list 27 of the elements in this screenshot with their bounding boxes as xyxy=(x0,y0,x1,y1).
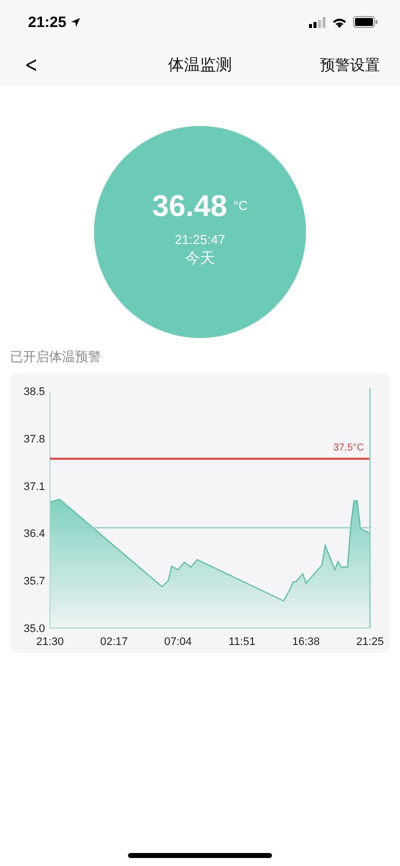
axis-label: 37.8 xyxy=(24,433,45,446)
temperature-value: 36.48 xyxy=(152,190,228,224)
axis-label: 16:38 xyxy=(292,636,320,648)
axis-label: 21:30 xyxy=(36,636,64,648)
alert-status-label: 已开启体温预警 xyxy=(10,348,102,366)
temperature-unit: °C xyxy=(233,198,248,213)
axis-label: 37.1 xyxy=(24,480,45,493)
home-indicator[interactable] xyxy=(128,853,272,858)
page-title: 体温监测 xyxy=(168,56,232,74)
axis-label: 02:17 xyxy=(100,636,128,648)
axis-label: 11:51 xyxy=(228,636,256,648)
battery-icon xyxy=(353,16,378,28)
wifi-icon xyxy=(332,16,347,28)
axis-label: 35.7 xyxy=(24,576,45,588)
back-button[interactable]: < xyxy=(24,52,38,78)
axis-label: 07:04 xyxy=(164,636,192,648)
reading-day: 今天 xyxy=(185,249,215,268)
alert-settings-button[interactable]: 预警设置 xyxy=(320,56,380,74)
axis-label: 36.4 xyxy=(24,528,45,540)
status-time: 21:25 xyxy=(28,14,66,30)
threshold-label: 37.5°C xyxy=(333,442,364,454)
reading-time: 21:25:47 xyxy=(174,232,226,247)
axis-label: 35.0 xyxy=(24,623,45,635)
signal-icon xyxy=(309,16,326,28)
axis-label: 21:25 xyxy=(356,636,384,648)
location-arrow-icon xyxy=(70,16,82,28)
axis-label: 38.5 xyxy=(24,386,45,398)
